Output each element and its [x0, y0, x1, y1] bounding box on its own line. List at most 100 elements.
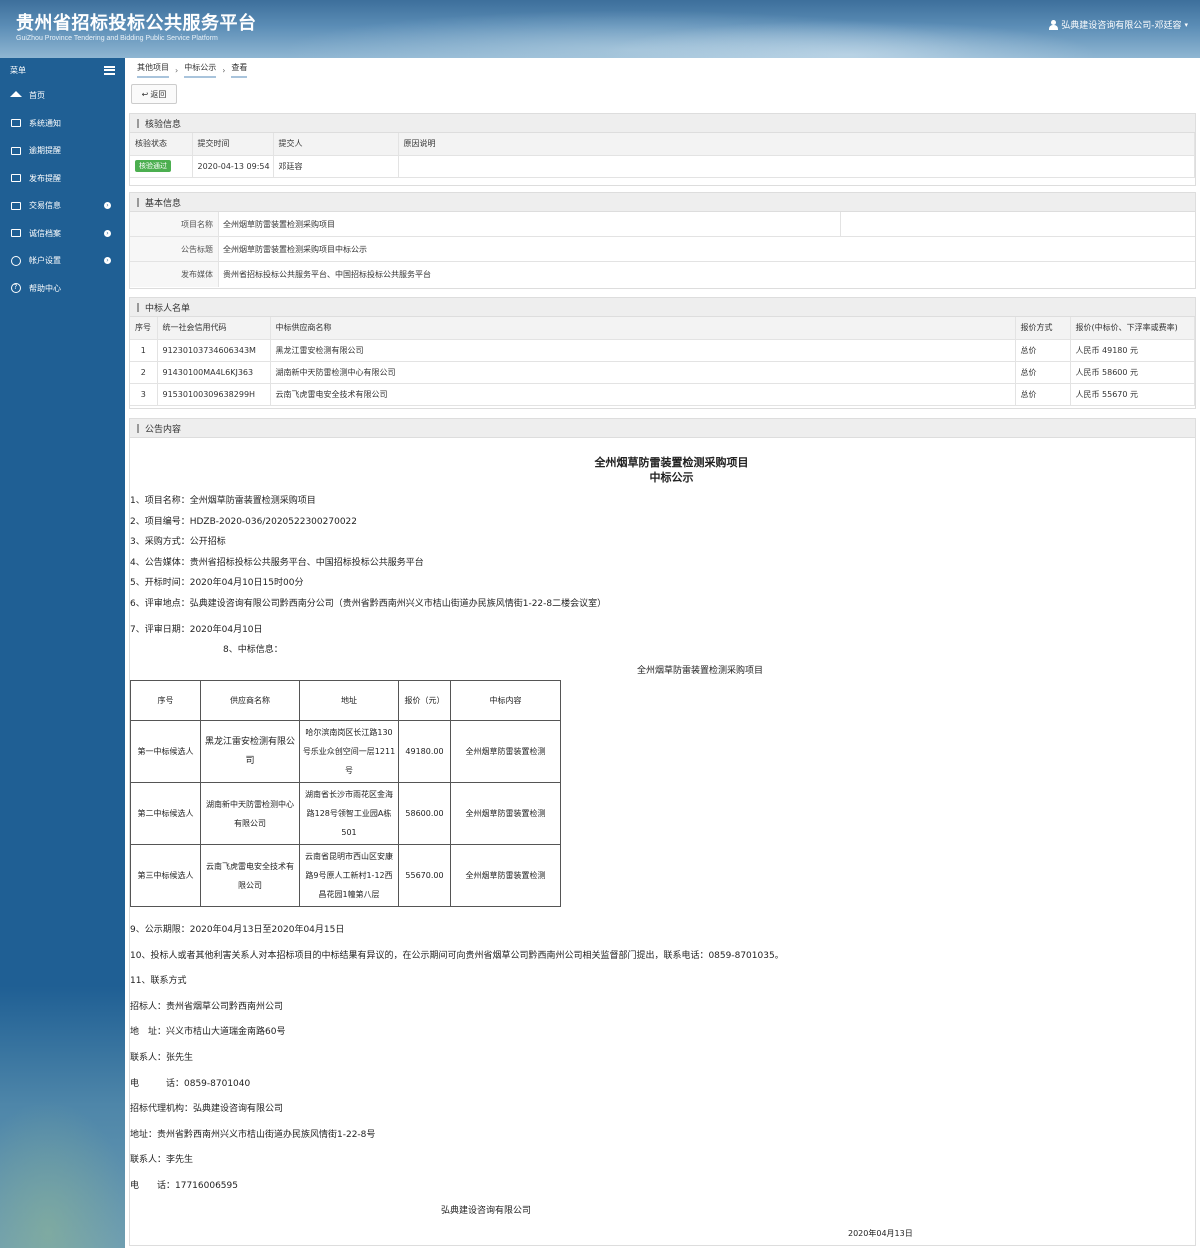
panel-header-bar	[137, 197, 139, 207]
panel-title: 公告内容	[145, 424, 182, 435]
sidebar-item-account[interactable]: 帐户设置 ›	[0, 247, 125, 275]
user-menu[interactable]: 弘典建设咨询有限公司-邓廷容 ▾	[1049, 18, 1188, 31]
chevron-right-icon: ›	[104, 229, 111, 237]
credit-code: 915301003096382​99H	[157, 383, 271, 406]
award-table: 序号 供应商名称 地址 报价（元） 中标内容 第一中标候选人 黑龙江雷安检测有限…	[130, 680, 561, 907]
verify-status-cell: 核验通过	[130, 155, 193, 178]
column-header: 核验状态	[130, 133, 193, 156]
column-header: 中标供应商名称	[270, 317, 1016, 340]
candidate-content: 全州烟草防雷装置检测	[450, 720, 561, 783]
notice-heading: 全州烟草防雷装置检测采购项目 中标公示	[130, 455, 1200, 485]
column-header: 提交时间	[192, 133, 274, 156]
column-header: 中标内容	[450, 680, 561, 721]
user-icon	[10, 255, 21, 266]
sidebar-item-notifications[interactable]: 系统通知	[0, 110, 125, 138]
sidebar-item-help[interactable]: ? 帮助中心	[0, 275, 125, 303]
candidate-price: 58600.00	[398, 782, 451, 845]
project-name: 全州烟草防雷装置检测采购项目	[219, 212, 841, 236]
candidate-address: 云南省昆明市西山区安康路9号原人工新村1-12西昌花园1幢第八层	[299, 844, 399, 907]
panel-header: 中标人名单	[130, 298, 1195, 317]
notice-line: 1、项目名称：全州烟草防雷装置检测采购项目	[130, 496, 316, 506]
row-number: 2	[130, 361, 158, 384]
sidebar-item-label: 帮助中心	[29, 283, 61, 293]
notice-line: 招标代理机构：弘典建设咨询有限公司	[130, 1104, 284, 1114]
panel-header: 核验信息	[130, 114, 1195, 133]
sidebar-item-label: 逾期提醒	[29, 146, 61, 156]
main-content: 其他项目 › 中标公示 › 查看 ↩ 返回 核验信息 核验状态 提交时间 提交人…	[125, 58, 1200, 1248]
sidebar-item-label: 帐户设置	[29, 256, 61, 266]
chevron-right-icon: ›	[104, 202, 111, 209]
row-number: 3	[130, 383, 158, 406]
candidate-content: 全州烟草防雷装置检测	[450, 782, 561, 845]
candidate-address: 湖南省长沙市雨花区金海路128号领智工业园A栋501	[299, 782, 399, 845]
notice-heading-line1: 全州烟草防雷装置检测采购项目	[594, 456, 749, 469]
notice-line: 4、公告媒体：贵州省招标投标公共服务平台、中国招标投标公共服务平台	[130, 558, 424, 568]
table-row: 核验通过 2020-04-13 09:54 邓廷容	[130, 155, 1195, 178]
sidebar-item-publish-reminder[interactable]: 发布提醒	[0, 165, 125, 193]
verify-panel: 核验信息 核验状态 提交时间 提交人 原因说明 核验通过 2020-04-13 …	[129, 113, 1196, 186]
verify-table: 核验状态 提交时间 提交人 原因说明 核验通过 2020-04-13 09:54…	[130, 133, 1195, 178]
column-header: 序号	[130, 680, 201, 721]
candidate-price: 49180.00	[398, 720, 451, 783]
price: 人民币 49180 元	[1070, 339, 1195, 362]
notice-line: 招标人：贵州省烟草公司黔西南州公司	[130, 1002, 284, 1012]
sidebar-item-label: 诚信档案	[29, 228, 61, 238]
credit-code: 91230103734606343M	[157, 339, 271, 362]
notice-panel: 公告内容 全州烟草防雷装置检测采购项目 中标公示 1、项目名称：全州烟草防雷装置…	[129, 418, 1196, 1246]
notice-line: 6、评审地点：弘典建设咨询有限公司黔西南分公司（贵州省黔西南州兴义市桔山街道办民…	[130, 599, 607, 609]
sidebar-item-label: 交易信息	[29, 201, 61, 211]
panel-header: 基本信息	[130, 193, 1195, 212]
sidebar-item-trade-info[interactable]: 交易信息 ›	[0, 192, 125, 220]
price-method: 总价	[1015, 383, 1071, 406]
column-header: 提交人	[273, 133, 399, 156]
price-method: 总价	[1015, 361, 1071, 384]
notice-line: 联系人：李先生	[130, 1155, 194, 1165]
back-button-label: 返回	[150, 89, 167, 99]
table-row: 1 91230103734606343M 黑龙江雷安检测有限公司 总价 人民币 …	[130, 339, 1195, 362]
folder-icon	[10, 145, 21, 156]
column-header: 报价(中标价、下浮率或费率)	[1070, 317, 1195, 340]
panel-header-bar	[137, 302, 139, 312]
column-header: 统一社会信用代码	[157, 317, 271, 340]
status-badge: 核验通过	[135, 160, 171, 172]
sidebar-item-credit[interactable]: 诚信档案 ›	[0, 220, 125, 248]
notice-line: 电 话：17716006595	[130, 1181, 238, 1191]
back-button[interactable]: ↩ 返回	[131, 84, 177, 104]
sidebar-header: 菜单	[0, 58, 125, 82]
notice-line: 2、项目编号：HDZB-2020-036/2020522300270022	[130, 517, 357, 527]
column-header: 报价方式	[1015, 317, 1071, 340]
winners-panel: 中标人名单 序号 统一社会信用代码 中标供应商名称 报价方式 报价(中标价、下浮…	[129, 297, 1196, 409]
info-row: 发布媒体 贵州省招标投标公共服务平台、中国招标投标公共服务平台	[130, 262, 1195, 287]
menu-label: 菜单	[10, 65, 26, 75]
user-icon	[1049, 19, 1059, 30]
notice-line: 7、评审日期：2020年04月10日	[130, 625, 263, 635]
table-row: 2 91430100MA4L6KJ363 湖南新中天防雷检测中心有限公司 总价 …	[130, 361, 1195, 384]
basic-info-panel: 基本信息 项目名称 全州烟草防雷装置检测采购项目 公告标题 全州烟草防雷装置检测…	[129, 192, 1196, 289]
breadcrumb-item-current: 查看	[231, 62, 248, 78]
notice-line: 11、联系方式	[130, 976, 187, 986]
sidebar-item-label: 系统通知	[29, 118, 61, 128]
breadcrumb-item[interactable]: 其他项目	[137, 62, 169, 78]
candidate-name: 云南飞虎雷电安全技术有限公司	[200, 844, 300, 907]
notice-signature: 弘典建设咨询有限公司	[441, 1206, 532, 1216]
verify-submitter: 邓廷容	[273, 155, 399, 178]
caret-down-icon: ▾	[1184, 20, 1188, 29]
top-header: 贵州省招标投标公共服务平台 GuiZhou Province Tendering…	[0, 0, 1200, 58]
candidate-rank: 第三中标候选人	[130, 844, 201, 907]
chevron-right-icon: ›	[175, 65, 179, 75]
folder-icon	[10, 200, 21, 211]
panel-header-bar	[137, 423, 139, 433]
sidebar-item-home[interactable]: 首页	[0, 82, 125, 110]
credit-code: 91430100MA4L6KJ363	[157, 361, 271, 384]
hamburger-menu-icon[interactable]	[104, 65, 115, 75]
site-title: 贵州省招标投标公共服务平台	[16, 13, 257, 34]
info-row: 项目名称 全州烟草防雷装置检测采购项目	[130, 212, 1195, 237]
notice-line: 9、公示期限：2020年04月13日至2020年04月15日	[130, 925, 345, 935]
candidate-price: 55670.00	[398, 844, 451, 907]
breadcrumb-item[interactable]: 中标公示	[184, 62, 217, 78]
table-row: 第二中标候选人 湖南新中天防雷检测中心有限公司 湖南省长沙市雨花区金海路128号…	[130, 782, 561, 845]
sidebar-item-overdue[interactable]: 逾期提醒	[0, 137, 125, 165]
winners-table: 序号 统一社会信用代码 中标供应商名称 报价方式 报价(中标价、下浮率或费率) …	[130, 317, 1195, 406]
panel-title: 中标人名单	[145, 303, 191, 314]
column-header: 报价（元）	[398, 680, 451, 721]
